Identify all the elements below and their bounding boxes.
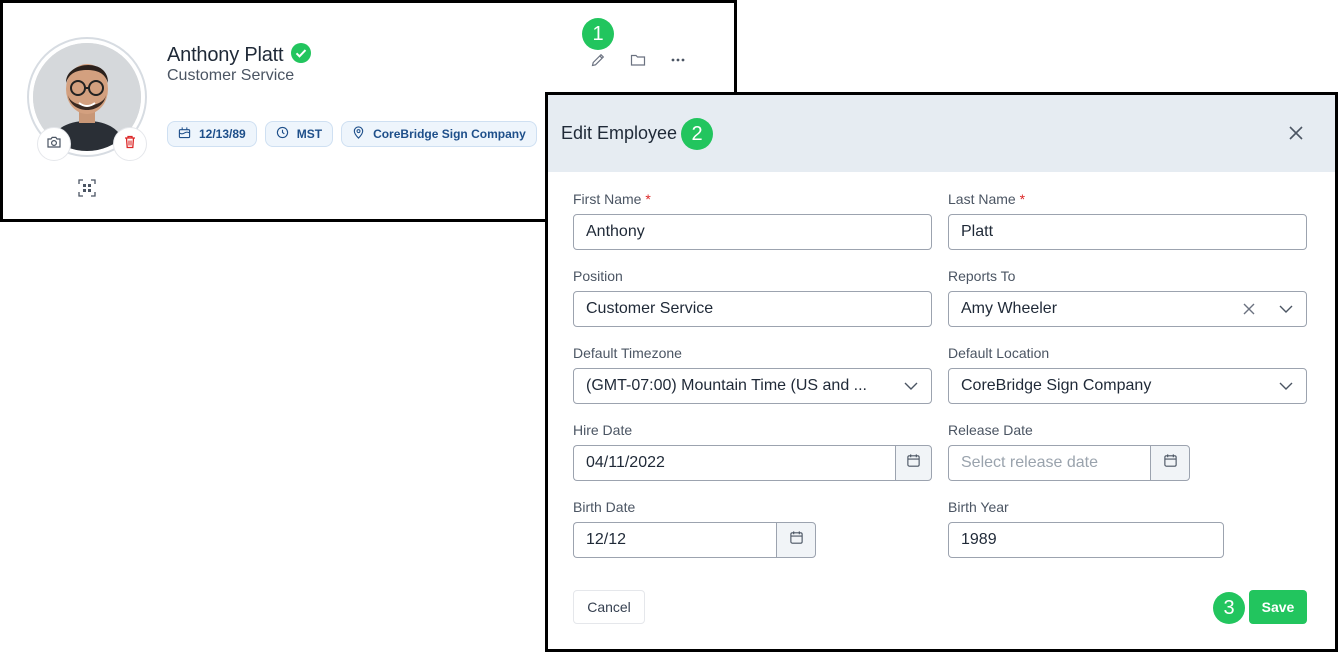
birth-date-input[interactable]: 12/12 — [573, 522, 776, 558]
clear-icon[interactable] — [1242, 302, 1256, 316]
step-marker-2: 2 — [681, 118, 713, 150]
timezone-label: Default Timezone — [573, 345, 682, 361]
birth-year-value: 1989 — [961, 531, 997, 548]
qr-code-icon[interactable] — [78, 179, 96, 202]
name-row: Anthony Platt — [167, 43, 312, 68]
release-date-group: Select release date — [948, 445, 1190, 481]
reports-to-value: Amy Wheeler — [961, 300, 1058, 317]
close-button[interactable] — [1288, 125, 1304, 141]
last-name-input[interactable]: Platt — [948, 214, 1307, 250]
release-date-picker-button[interactable] — [1150, 445, 1190, 481]
last-name-label: Last Name * — [948, 191, 1025, 207]
timezone-chip: MST — [264, 121, 334, 147]
clock-icon — [276, 126, 289, 142]
reports-to-select[interactable]: Amy Wheeler — [948, 291, 1307, 327]
employee-title: Customer Service — [167, 67, 295, 84]
release-date-input[interactable]: Select release date — [948, 445, 1150, 481]
save-button[interactable]: Save — [1249, 590, 1307, 624]
trash-icon — [122, 134, 138, 155]
calendar-icon — [906, 453, 921, 473]
step-marker-1: 1 — [582, 18, 614, 50]
more-button[interactable] — [669, 53, 687, 71]
birth-date-value: 12/12 — [586, 531, 627, 548]
position-input[interactable]: Customer Service — [573, 291, 932, 327]
location-pin-icon — [352, 126, 365, 142]
modal-title: Edit Employee — [561, 123, 678, 143]
required-mark: * — [645, 191, 651, 207]
cancel-button[interactable]: Cancel — [573, 590, 645, 624]
location-chip-label: CoreBridge Sign Company — [373, 127, 526, 141]
delete-photo-button[interactable] — [113, 127, 147, 161]
hire-date-label: Hire Date — [573, 422, 633, 438]
hire-date-group: 04/11/2022 — [573, 445, 932, 481]
last-name-value: Platt — [961, 223, 994, 240]
birth-date-label: Birth Date — [573, 499, 636, 515]
position-label: Position — [573, 268, 623, 284]
info-chips: 12/13/89 MST CoreBridge Sign Company — [167, 121, 537, 147]
first-name-value: Anthony — [586, 223, 645, 240]
card-actions — [589, 53, 687, 71]
calendar-icon — [1163, 453, 1178, 473]
birthday-chip-label: 12/13/89 — [199, 127, 246, 141]
hire-date-input[interactable]: 04/11/2022 — [573, 445, 895, 481]
location-select[interactable]: CoreBridge Sign Company — [948, 368, 1307, 404]
birth-date-picker-button[interactable] — [776, 522, 816, 558]
chevron-down-icon — [1278, 301, 1294, 317]
chevron-down-icon — [1278, 378, 1294, 394]
chevron-down-icon — [903, 378, 919, 394]
birth-year-input[interactable]: 1989 — [948, 522, 1224, 558]
position-value: Customer Service — [586, 300, 714, 317]
reports-to-label: Reports To — [948, 268, 1016, 284]
first-name-input[interactable]: Anthony — [573, 214, 932, 250]
edit-employee-modal: Edit Employee 2 First Name * Anthony Las… — [545, 92, 1338, 652]
hire-date-value: 04/11/2022 — [586, 454, 665, 471]
more-icon — [670, 52, 686, 73]
timezone-select[interactable]: (GMT-07:00) Mountain Time (US and ... — [573, 368, 932, 404]
timezone-chip-label: MST — [296, 127, 323, 141]
camera-icon — [46, 134, 62, 155]
modal-header: Edit Employee 2 — [548, 95, 1335, 172]
release-date-placeholder: Select release date — [961, 454, 1098, 471]
employee-name: Anthony Platt — [167, 44, 284, 66]
avatar-ring — [27, 37, 147, 161]
verified-check-icon — [291, 43, 312, 68]
calendar-icon — [789, 530, 804, 550]
first-name-label-text: First Name — [573, 191, 642, 207]
folder-icon — [630, 52, 646, 73]
release-date-label: Release Date — [948, 422, 1033, 438]
timezone-value: (GMT-07:00) Mountain Time (US and ... — [586, 377, 867, 394]
calendar-icon — [178, 126, 191, 142]
location-value: CoreBridge Sign Company — [961, 377, 1152, 394]
birthday-chip: 12/13/89 — [167, 121, 257, 147]
location-label: Default Location — [948, 345, 1050, 361]
first-name-label: First Name * — [573, 191, 651, 207]
change-photo-button[interactable] — [37, 127, 71, 161]
location-chip: CoreBridge Sign Company — [341, 121, 537, 147]
required-mark: * — [1019, 191, 1026, 207]
close-icon — [1288, 126, 1304, 145]
pencil-icon — [590, 52, 606, 73]
birth-date-group: 12/12 — [573, 522, 816, 558]
last-name-label-text: Last Name — [948, 191, 1016, 207]
edit-button[interactable] — [589, 53, 607, 71]
hire-date-picker-button[interactable] — [895, 445, 932, 481]
folder-button[interactable] — [629, 53, 647, 71]
birth-year-label: Birth Year — [948, 499, 1009, 515]
step-marker-3: 3 — [1213, 592, 1245, 624]
